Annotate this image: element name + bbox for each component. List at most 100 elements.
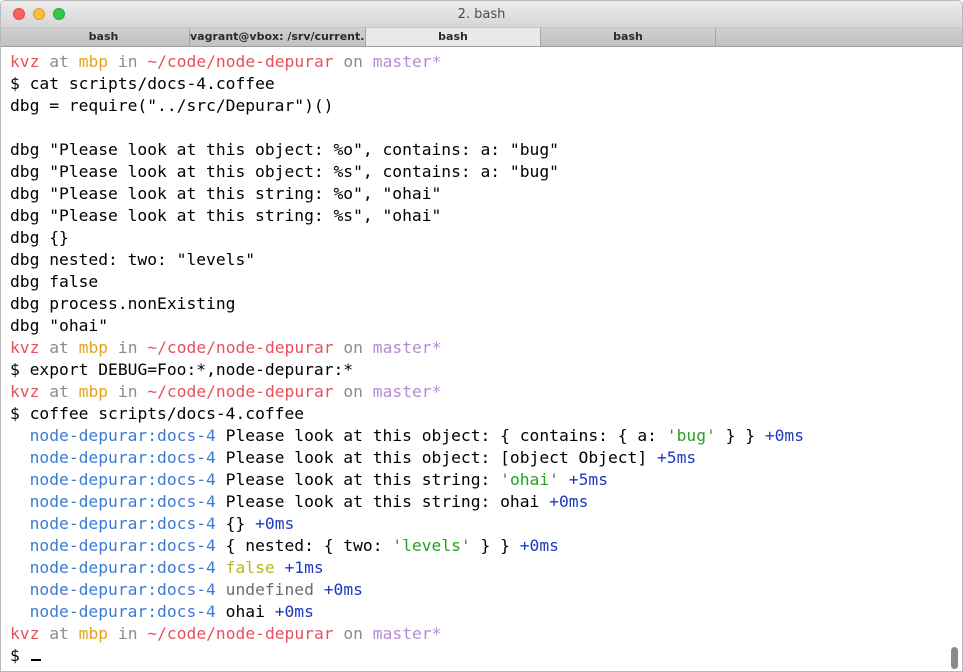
tab-bash-4[interactable]: bash [541,28,716,46]
source-text: dbg "Please look at this string: %o", "o… [10,184,442,203]
debug-namespace: node-depurar:docs-4 [29,448,216,467]
source-line: dbg "ohai" [10,315,962,337]
prompt-branch: master* [372,52,442,71]
prompt-at: at [49,624,69,643]
prompt-line: kvz at mbp in ~/code/node-depurar on mas… [10,337,962,359]
text-cursor [30,659,41,661]
prompt-on: on [343,338,363,357]
debug-message: Please look at this object: { contains: … [225,426,667,445]
debug-output-line: node-depurar:docs-4 false +1ms [10,557,962,579]
debug-output-line: node-depurar:docs-4 Please look at this … [10,447,962,469]
source-line: dbg "Please look at this object: %s", co… [10,161,962,183]
prompt-user: kvz [10,624,40,643]
debug-message: Please look at this string: [225,470,501,489]
prompt-on: on [343,382,363,401]
prompt-on: on [343,624,363,643]
terminal-output[interactable]: kvz at mbp in ~/code/node-depurar on mas… [1,47,962,671]
debug-message: ohai [225,602,275,621]
prompt-line: kvz at mbp in ~/code/node-depurar on mas… [10,623,962,645]
source-line: dbg nested: two: "levels" [10,249,962,271]
prompt-host: mbp [78,52,109,71]
tab-bar-empty-space [716,28,962,46]
command-text: cat scripts/docs-4.coffee [29,74,275,93]
source-line: dbg {} [10,227,962,249]
prompt-path: ~/code/node-depurar [147,624,334,643]
source-line: dbg process.nonExisting [10,293,962,315]
command-line: $ cat scripts/docs-4.coffee [10,73,962,95]
source-text: dbg "Please look at this string: %s", "o… [10,206,442,225]
source-line [10,117,962,139]
prompt-at: at [49,382,69,401]
debug-message-tail: } } [715,426,765,445]
debug-string-value: 'levels' [392,536,471,555]
source-text: dbg nested: two: "levels" [10,250,256,269]
debug-message: Please look at this object: [object Obje… [225,448,657,467]
debug-string-value: 'bug' [666,426,716,445]
debug-message-tail [559,470,569,489]
prompt-in: in [117,382,138,401]
debug-message: Please look at this string: ohai [225,492,550,511]
debug-namespace: node-depurar:docs-4 [29,536,216,555]
source-text: dbg false [10,272,99,291]
source-text: dbg = require("../src/Depurar")() [10,96,334,115]
debug-namespace: node-depurar:docs-4 [29,470,216,489]
source-text: dbg "ohai" [10,316,109,335]
debug-timing: +0ms [274,602,314,621]
debug-timing: +0ms [519,536,559,555]
source-line: dbg = require("../src/Depurar")() [10,95,962,117]
source-line: dbg "Please look at this string: %o", "o… [10,183,962,205]
source-text: dbg "Please look at this object: %o", co… [10,140,559,159]
prompt-path: ~/code/node-depurar [147,338,334,357]
prompt-branch: master* [372,338,442,357]
debug-output-line: node-depurar:docs-4 Please look at this … [10,469,962,491]
debug-output-line: node-depurar:docs-4 undefined +0ms [10,579,962,601]
prompt-symbol: $ [10,646,20,665]
source-text: dbg process.nonExisting [10,294,236,313]
source-text: dbg "Please look at this object: %s", co… [10,162,559,181]
prompt-branch: master* [372,624,442,643]
prompt-in: in [117,624,138,643]
prompt-user: kvz [10,382,40,401]
tab-bar: bash vagrant@vbox: /srv/current... bash … [1,28,962,47]
command-text: coffee scripts/docs-4.coffee [29,404,305,423]
debug-message: {} [225,514,256,533]
debug-undefined-value: undefined [225,580,314,599]
prompt-symbol: $ [10,74,20,93]
debug-namespace: node-depurar:docs-4 [29,558,216,577]
prompt-line: kvz at mbp in ~/code/node-depurar on mas… [10,51,962,73]
terminal-window: 2. bash bash vagrant@vbox: /srv/current.… [0,0,963,672]
source-line: dbg false [10,271,962,293]
debug-namespace: node-depurar:docs-4 [29,602,216,621]
prompt-user: kvz [10,338,40,357]
source-line: dbg "Please look at this string: %s", "o… [10,205,962,227]
prompt-branch: master* [372,382,442,401]
debug-namespace: node-depurar:docs-4 [29,492,216,511]
debug-timing: +5ms [568,470,608,489]
tab-bash-active[interactable]: bash [366,28,541,46]
prompt-on: on [343,52,363,71]
tab-vagrant-vbox[interactable]: vagrant@vbox: /srv/current... [189,28,366,46]
prompt-path: ~/code/node-depurar [147,382,334,401]
command-text: export DEBUG=Foo:*,node-depurar:* [29,360,354,379]
prompt-path: ~/code/node-depurar [147,52,334,71]
prompt-symbol: $ [10,360,20,379]
debug-timing: +0ms [549,492,589,511]
prompt-line: kvz at mbp in ~/code/node-depurar on mas… [10,381,962,403]
active-command-line: $ [10,645,962,667]
debug-timing: +5ms [656,448,697,467]
debug-output-line: node-depurar:docs-4 ohai +0ms [10,601,962,623]
debug-timing: +0ms [255,514,295,533]
prompt-user: kvz [10,52,40,71]
command-line: $ export DEBUG=Foo:*,node-depurar:* [10,359,962,381]
debug-output-line: node-depurar:docs-4 {} +0ms [10,513,962,535]
title-bar: 2. bash [1,1,962,28]
prompt-at: at [49,338,69,357]
scrollbar-thumb[interactable] [951,647,958,669]
tab-bash-1[interactable]: bash [1,28,207,46]
debug-output-line: node-depurar:docs-4 { nested: { two: 'le… [10,535,962,557]
source-text: dbg {} [10,228,69,247]
debug-message-tail: } } [470,536,520,555]
prompt-in: in [117,338,138,357]
debug-namespace: node-depurar:docs-4 [29,514,216,533]
prompt-host: mbp [78,382,109,401]
